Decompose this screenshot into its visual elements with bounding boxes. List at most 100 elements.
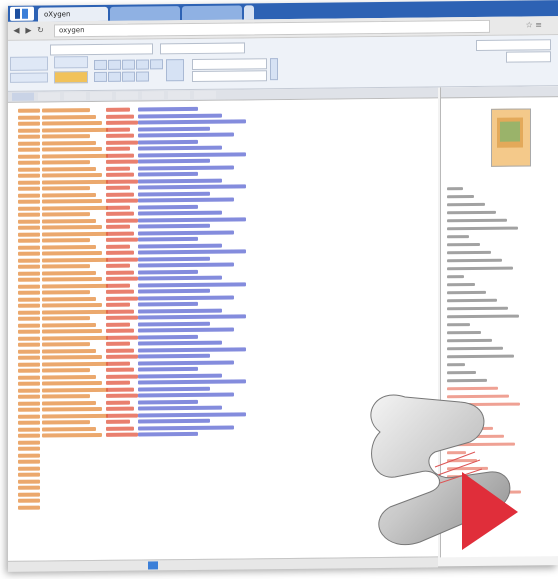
editor-tab[interactable] <box>90 91 112 101</box>
code-line-segment <box>106 211 134 216</box>
code-line-segment <box>106 146 130 151</box>
back-arrow-icon[interactable]: ◀ <box>12 26 21 35</box>
side-panel-line <box>447 323 470 327</box>
editor-tab[interactable] <box>142 91 164 100</box>
code-line-segment <box>18 108 40 113</box>
side-panel-line <box>447 290 486 295</box>
code-line-segment <box>42 257 108 263</box>
code-line-segment <box>42 140 96 146</box>
toolbar-field-1[interactable] <box>192 58 267 70</box>
side-panel-line <box>447 283 475 287</box>
code-line-segment <box>42 328 102 334</box>
code-line-segment <box>42 198 102 204</box>
toolbar-right-buttons[interactable] <box>506 51 551 63</box>
grid-cell[interactable] <box>122 59 135 70</box>
code-line-segment <box>138 379 246 385</box>
code-line-segment <box>106 328 134 333</box>
code-line-segment <box>106 224 130 229</box>
url-input[interactable]: oxygen <box>54 19 490 38</box>
code-line-segment <box>42 302 102 308</box>
side-panel-line <box>447 258 502 263</box>
reload-icon[interactable]: ↻ <box>36 26 45 35</box>
grid-cell[interactable] <box>108 59 121 70</box>
grid-cell[interactable] <box>94 71 107 83</box>
code-line-segment <box>18 284 40 289</box>
document-thumbnail[interactable] <box>491 108 531 167</box>
code-line-segment <box>18 173 40 178</box>
grid-cell[interactable] <box>150 59 163 70</box>
toolbar-button-3[interactable] <box>54 56 88 69</box>
grid-cell[interactable] <box>122 71 135 82</box>
code-line-segment <box>18 115 40 120</box>
code-line-segment <box>42 432 102 438</box>
code-line-segment <box>138 373 222 379</box>
code-line-segment <box>106 107 130 112</box>
code-line-segment <box>42 186 90 191</box>
toolbar-dropdown-1[interactable] <box>50 43 153 56</box>
code-line-segment <box>18 492 40 497</box>
editor-tab[interactable] <box>12 92 34 101</box>
code-line-segment <box>138 119 246 125</box>
editor-tab[interactable] <box>116 91 138 100</box>
code-line-segment <box>42 374 96 380</box>
code-line-segment <box>106 114 134 119</box>
code-line-segment <box>106 270 134 275</box>
toolbar-dropdown-2[interactable] <box>160 42 245 55</box>
toolbar-field-2[interactable] <box>192 70 267 82</box>
editor-tab[interactable] <box>64 92 86 101</box>
editor-tab[interactable] <box>194 90 216 99</box>
side-panel-line <box>447 306 508 311</box>
code-line-segment <box>42 231 108 237</box>
code-line-segment <box>18 160 40 165</box>
code-line-segment <box>138 327 234 333</box>
toolbar-right-dropdown[interactable] <box>476 39 551 52</box>
editor-tab[interactable] <box>38 92 60 101</box>
toolbar-button-1[interactable] <box>10 56 48 71</box>
bookmark-star-icon[interactable]: ☆ ≡ <box>492 20 542 30</box>
new-tab-button[interactable] <box>244 5 254 20</box>
code-line-segment <box>106 289 134 294</box>
code-line-segment <box>18 206 40 211</box>
code-line-segment <box>42 172 102 178</box>
code-line-segment <box>42 270 96 276</box>
code-line-segment <box>18 193 40 198</box>
code-line-segment <box>18 277 40 282</box>
grid-cell[interactable] <box>108 71 121 82</box>
code-line-segment <box>138 301 198 307</box>
toolbar-large-button[interactable] <box>166 59 184 82</box>
code-line-segment <box>18 290 40 295</box>
forward-arrow-icon[interactable]: ▶ <box>24 26 33 35</box>
toolbar-button-4[interactable] <box>54 71 88 84</box>
code-line-segment <box>18 310 40 315</box>
code-line-segment <box>138 197 234 203</box>
toolbar-button-2[interactable] <box>10 72 48 83</box>
code-line-segment <box>42 127 108 133</box>
code-line-segment <box>138 216 246 223</box>
code-line-segment <box>138 418 210 424</box>
side-panel-line <box>447 202 485 207</box>
tab-xml-editor[interactable] <box>110 6 180 21</box>
code-line-segment <box>18 479 40 484</box>
code-line-segment <box>106 419 130 424</box>
code-line-segment <box>18 141 40 146</box>
code-line-segment <box>138 295 234 301</box>
code-line-segment <box>42 387 108 393</box>
editor-tab[interactable] <box>168 91 190 100</box>
grid-cell[interactable] <box>94 59 107 71</box>
grid-cell[interactable] <box>136 71 149 82</box>
code-line-segment <box>106 198 138 203</box>
code-line-segment <box>138 165 234 171</box>
code-line-segment <box>138 346 246 353</box>
app-logo-icon[interactable] <box>10 6 34 21</box>
grid-cell[interactable] <box>136 59 149 70</box>
code-line-segment <box>18 180 40 185</box>
code-line-segment <box>18 323 40 328</box>
code-line-segment <box>106 413 138 418</box>
tab-xslt-editor[interactable] <box>182 5 242 21</box>
tab-oxygen[interactable]: oXygen <box>38 6 108 22</box>
code-line-segment <box>42 114 96 120</box>
code-line-segment <box>18 329 40 334</box>
code-line-segment <box>18 121 40 126</box>
code-line-segment <box>18 407 40 412</box>
code-line-segment <box>42 205 108 211</box>
